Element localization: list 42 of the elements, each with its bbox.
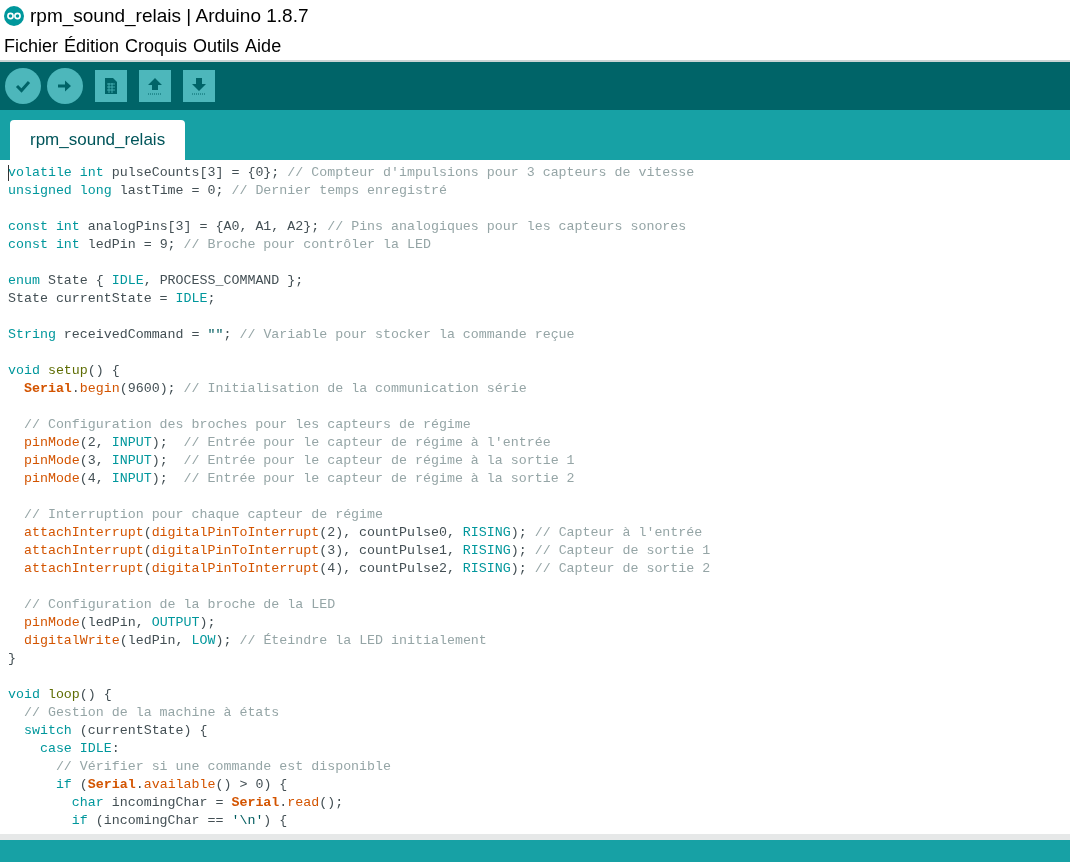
menu-item[interactable]: Croquis — [125, 32, 188, 60]
new-button[interactable] — [95, 70, 127, 102]
code-line: // Vérifier si une commande est disponible — [54, 758, 392, 776]
code-line: attachInterrupt(digitalPinToInterrupt(4), countPulse2, RISING); // Capteur de sortie 2 — [22, 560, 712, 578]
code-line: volatile int pulseCounts[3] = {0}; // Compteur d'impulsions pour 3 capteurs de vitesse — [8, 164, 696, 182]
code-line: digitalWrite(ledPin, LOW); // Éteindre la LED initialement — [22, 632, 488, 650]
code-line: Serial.begin(9600); // Initialisation de la communication série — [22, 380, 528, 398]
app-logo-icon — [4, 6, 24, 26]
code-line: switch (currentState) { — [22, 722, 209, 740]
code-line: State currentState = IDLE; — [8, 290, 217, 308]
menu-item[interactable]: Fichier — [4, 32, 58, 60]
save-button[interactable] — [183, 70, 215, 102]
code-line: attachInterrupt(digitalPinToInterrupt(2), countPulse0, RISING); // Capteur à l'entrée — [22, 524, 704, 542]
code-line: if (incomingChar == '\n') { — [70, 812, 289, 830]
code-line: const int ledPin = 9; // Broche pour contrôler la LED — [8, 236, 432, 254]
verify-button[interactable] — [5, 68, 41, 104]
code-line: // Interruption pour chaque capteur de régime — [22, 506, 385, 524]
code-line: // Configuration des broches pour les capteurs de régime — [22, 416, 472, 434]
code-line: pinMode(2, INPUT); // Entrée pour le capteur de régime à l'entrée — [22, 434, 552, 452]
code-line: pinMode(ledPin, OUTPUT); — [22, 614, 217, 632]
code-line: // Gestion de la machine à états — [22, 704, 281, 722]
code-line: if (Serial.available() > 0) { — [54, 776, 289, 794]
open-button[interactable] — [139, 70, 171, 102]
code-line: void loop() { — [8, 686, 113, 704]
code-line: } — [8, 650, 17, 668]
code-line: enum State { IDLE, PROCESS_COMMAND }; — [8, 272, 305, 290]
code-line: attachInterrupt(digitalPinToInterrupt(3), countPulse1, RISING); // Capteur de sortie 1 — [22, 542, 712, 560]
upload-button[interactable] — [47, 68, 83, 104]
code-line: void setup() { — [8, 362, 121, 380]
menu-item[interactable]: Outils — [193, 32, 240, 60]
code-line: // Configuration de la broche de la LED — [22, 596, 337, 614]
menu-item[interactable]: Édition — [64, 32, 120, 60]
code-line: char incomingChar = Serial.read(); — [70, 794, 345, 812]
code-line: pinMode(4, INPUT); // Entrée pour le capteur de régime à la sortie 2 — [22, 470, 576, 488]
file-tab[interactable]: rpm_sound_relais — [10, 120, 186, 160]
window-title: rpm_sound_relais | Arduino 1.8.7 — [30, 3, 309, 29]
code-line: pinMode(3, INPUT); // Entrée pour le capteur de régime à la sortie 1 — [22, 452, 576, 470]
code-line: String receivedCommand = ""; // Variable pour stocker la commande reçue — [8, 326, 576, 344]
code-line: case IDLE: — [38, 740, 121, 758]
code-line: unsigned long lastTime = 0; // Dernier temps enregistré — [8, 182, 448, 200]
menu-item[interactable]: Aide — [245, 32, 282, 60]
code-line: const int analogPins[3] = {A0, A1, A2}; // Pins analogiques pour les capteurs sonores — [8, 218, 688, 236]
